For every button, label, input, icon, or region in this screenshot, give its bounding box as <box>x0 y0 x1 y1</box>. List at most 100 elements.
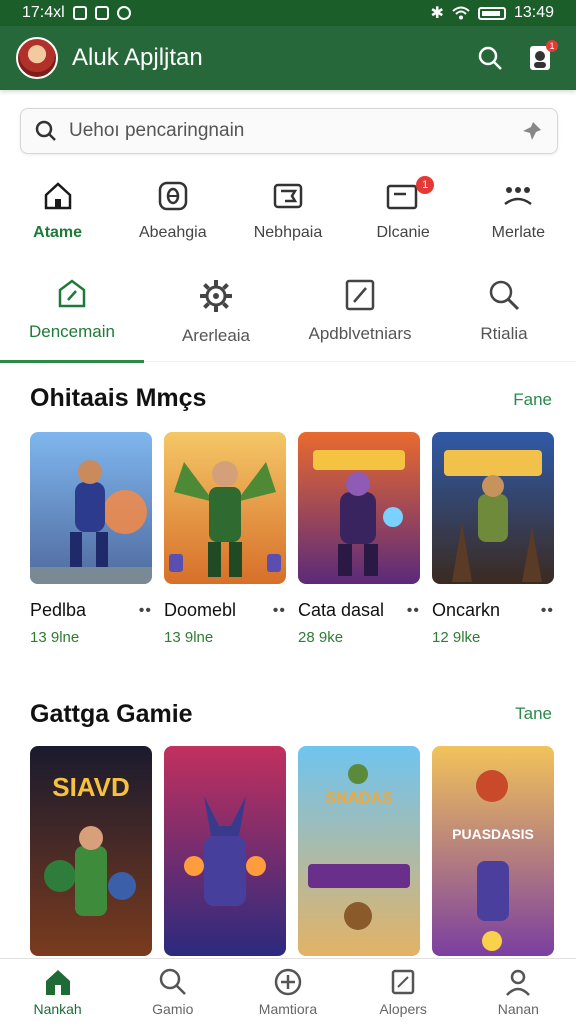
nav-add[interactable]: Mamtiora <box>233 967 343 1017</box>
notification-icon <box>72 6 87 20</box>
game-thumbnail <box>432 432 554 584</box>
category-home[interactable]: Atame <box>3 180 113 260</box>
game-card-list: Pedlba •• 13 9lne Doomebl •• 13 9lne Cat… <box>30 432 554 646</box>
category-badge: 1 <box>416 176 435 194</box>
tab-dencemain[interactable]: Dencemain <box>0 278 144 363</box>
poster-image: PUASDASIS <box>432 746 554 956</box>
bottom-navigation: Nankah Gamio Mamtiora Alopers Nanan <box>0 958 576 1024</box>
game-card[interactable]: Oncarkn •• 12 9lke <box>432 432 554 646</box>
app-bar: Aluk Apjljtan 1 <box>0 26 576 90</box>
notification-badge: 1 <box>546 40 558 52</box>
game-title: Doomebl <box>164 600 237 620</box>
search-icon <box>478 46 502 70</box>
category-row: Atame Abeahgia Nebhpaia 1 Dlcanie Merlat… <box>0 176 576 260</box>
poster-image: SNADAS <box>298 746 420 956</box>
search-button[interactable] <box>470 38 510 78</box>
poster-image <box>164 746 286 956</box>
bluetooth-icon: ✱ <box>430 5 444 22</box>
tag-icon <box>58 279 86 308</box>
category-label: Nebhpaia <box>253 224 323 241</box>
wifi-icon <box>452 6 470 20</box>
game-poster-list: SIAVD SNADAS PUASDASIS <box>30 746 554 956</box>
game-poster[interactable]: PUASDASIS <box>432 746 554 956</box>
game-thumbnail <box>30 432 152 584</box>
category-label: Atame <box>33 224 83 241</box>
category-label: Merlate <box>491 224 546 241</box>
nav-label: Nankah <box>33 1000 82 1017</box>
game-meta: 13 9lne <box>30 629 80 646</box>
status-time-left: 17:4xl <box>22 4 65 21</box>
nav-label: Mamtiora <box>258 1000 318 1017</box>
tab-rtialia[interactable]: Rtialia <box>432 278 576 361</box>
more-options-icon[interactable]: •• <box>139 602 152 620</box>
search-placeholder: Uehoı pencaringnain <box>69 120 245 141</box>
tab-row: Dencemain Arerleaia Apdblvetniars Rtiali… <box>0 278 576 363</box>
tab-arerleaia[interactable]: Arerleaia <box>144 278 288 361</box>
more-options-icon[interactable]: •• <box>273 602 286 620</box>
game-title: Oncarkn <box>432 600 501 620</box>
poster-title: PUASDASIS <box>452 826 534 842</box>
status-time-right: 13:49 <box>513 4 554 21</box>
gear-icon <box>200 280 232 312</box>
search-field[interactable]: Uehoı pencaringnain <box>20 108 558 154</box>
section-title: Gattga Gamie <box>30 700 193 728</box>
group-icon <box>504 187 533 206</box>
game-title: Pedlba <box>30 600 87 620</box>
game-poster[interactable]: SNADAS <box>298 746 420 956</box>
app-title: Aluk Apjljtan <box>72 44 203 71</box>
game-card[interactable]: Doomebl •• 13 9lne <box>164 432 286 646</box>
library-icon <box>391 969 415 994</box>
poster-title: SNADAS <box>325 790 393 807</box>
battery-icon <box>477 6 506 20</box>
nav-profile[interactable]: Nanan <box>463 967 573 1017</box>
nav-library[interactable]: Alopers <box>348 967 458 1017</box>
tab-label: Arerleaia <box>181 326 251 345</box>
nav-label: Alopers <box>379 1000 427 1017</box>
category-flag[interactable]: Nebhpaia <box>233 180 343 260</box>
game-meta: 12 9lke <box>432 629 481 646</box>
nav-home[interactable]: Nankah <box>3 967 113 1017</box>
game-card[interactable]: Cata dasal •• 28 9ke <box>298 432 420 646</box>
tab-label: Dencemain <box>29 322 115 341</box>
pin-icon[interactable] <box>521 120 543 142</box>
game-title: Cata dasal <box>298 600 385 620</box>
game-meta: 13 9lne <box>164 629 214 646</box>
game-poster[interactable] <box>164 746 286 956</box>
see-more-link[interactable]: Fane <box>513 390 552 410</box>
home-icon <box>44 182 71 210</box>
game-icon <box>158 181 188 211</box>
home-icon <box>45 969 70 995</box>
search-icon <box>159 968 186 995</box>
tab-apdblvetniars[interactable]: Apdblvetniars <box>288 278 432 361</box>
category-group[interactable]: Merlate <box>463 180 573 260</box>
search-icon <box>489 280 520 311</box>
app-notification-icon <box>94 6 109 20</box>
nav-label: Nanan <box>497 1000 539 1017</box>
tab-label: Apdblvetniars <box>308 324 412 343</box>
poster-image: SIAVD <box>30 746 152 956</box>
category-label: Dlcanie <box>376 224 430 241</box>
nav-label: Gamio <box>152 1000 194 1017</box>
tab-label: Rtialia <box>480 324 528 343</box>
category-mail[interactable]: 1 Dlcanie <box>348 176 458 260</box>
nav-search[interactable]: Gamio <box>118 967 228 1017</box>
status-bar: 17:4xl ✱ 13:49 <box>0 0 576 26</box>
category-label: Abeahgia <box>138 224 207 241</box>
edit-icon <box>345 279 375 311</box>
more-options-icon[interactable]: •• <box>541 602 554 620</box>
game-meta: 28 9ke <box>298 629 344 646</box>
profile-button[interactable]: 1 <box>520 38 560 78</box>
mail-icon <box>386 184 418 210</box>
section-title: Ohitaais Mmçs <box>30 384 207 412</box>
shield-icon <box>116 6 131 20</box>
poster-title: SIAVD <box>52 772 130 802</box>
avatar[interactable] <box>16 37 58 79</box>
person-icon <box>506 969 531 996</box>
add-circle-icon <box>274 968 302 995</box>
see-more-link[interactable]: Tane <box>515 704 552 724</box>
category-games[interactable]: Abeahgia <box>118 180 228 260</box>
more-options-icon[interactable]: •• <box>407 602 420 620</box>
game-card[interactable]: Pedlba •• 13 9lne <box>30 432 152 646</box>
game-poster[interactable]: SIAVD <box>30 746 152 956</box>
flag-icon <box>273 183 303 209</box>
